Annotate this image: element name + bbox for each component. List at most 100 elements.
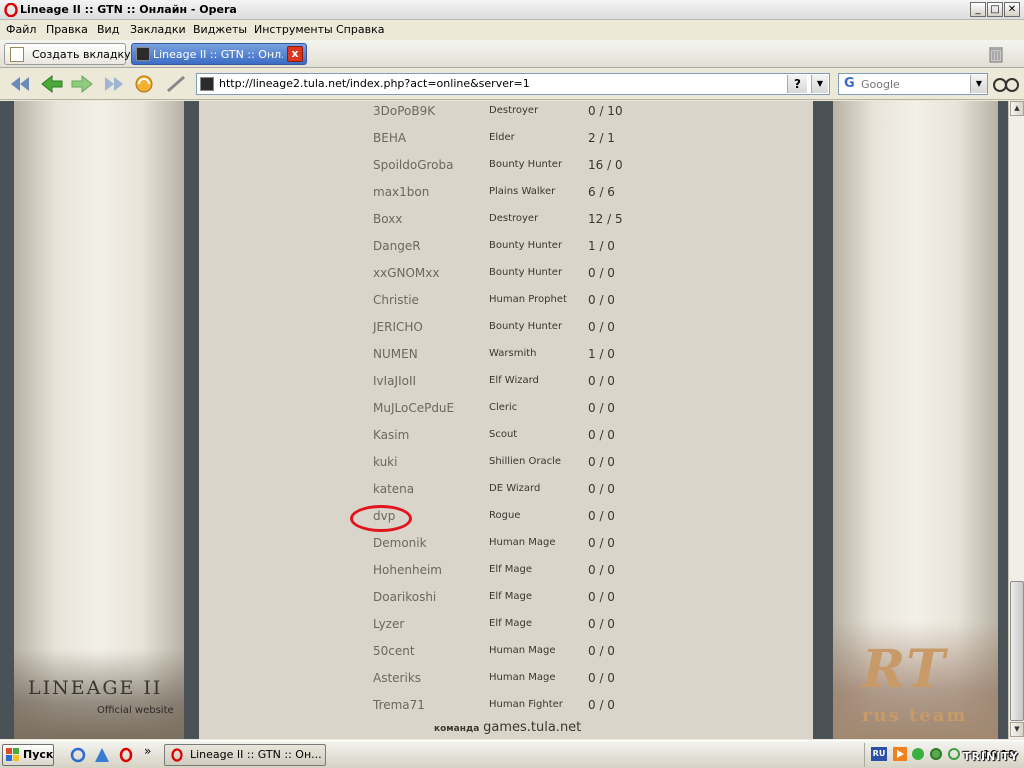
player-class: Warsmith [489,348,537,359]
rt-logo[interactable]: RT [862,639,947,700]
player-row: xxGNOMxx Bounty Hunter 0 / 0 [199,263,813,290]
player-row: MuJLoCePduE Cleric 0 / 0 [199,398,813,425]
close-tab-icon[interactable]: x [287,46,303,62]
forward-arrow-icon[interactable] [70,73,94,95]
search-box[interactable]: G ▼ [838,73,988,95]
window-title: Lineage II :: GTN :: Онлайн - Opera [20,3,237,16]
player-score: 6 / 6 [588,185,615,199]
back-arrow-icon[interactable] [40,73,64,95]
player-name: Trema71 [373,698,425,712]
rewind-icon[interactable] [8,73,32,95]
scroll-down-arrow-icon[interactable]: ▼ [1010,722,1024,737]
close-window-button[interactable]: ✕ [1004,2,1020,17]
google-icon: G [844,76,855,91]
player-row: SpoildoGroba Bounty Hunter 16 / 0 [199,155,813,182]
trash-icon[interactable] [988,45,1004,63]
menu-edit[interactable]: Правка [46,23,88,36]
player-name: Demonik [373,536,427,550]
player-score: 0 / 0 [588,320,615,334]
player-score: 0 / 0 [588,266,615,280]
system-tray: RU 16:18 TRINITY [864,743,1024,767]
left-border [0,101,14,739]
player-score: 0 / 10 [588,104,623,118]
scrollbar-thumb[interactable] [1010,581,1024,721]
player-row: BEHA Elder 2 / 1 [199,128,813,155]
player-name: Christie [373,293,419,307]
player-name: DangeR [373,239,421,253]
player-class: Scout [489,429,518,440]
new-tab-label: Создать вкладку [32,48,131,61]
new-tab-button[interactable]: Создать вкладку [4,43,131,65]
opera-quicklaunch-icon[interactable] [118,747,134,763]
player-class: Elf Mage [489,591,533,602]
address-bar[interactable]: http://lineage2.tula.net/index.php?act=o… [196,73,830,95]
right-inner-border [813,101,833,739]
player-score: 0 / 0 [588,671,615,685]
player-class: Elf Mage [489,564,533,575]
lineage-logo[interactable]: LINEAGE II [28,677,162,699]
menu-tools[interactable]: Инструменты [254,23,333,36]
glasses-icon[interactable] [992,72,1020,94]
gear-tray-icon[interactable] [929,747,943,761]
tab-bar: Создать вкладку Lineage II :: GTN :: Онл… [0,40,1024,68]
left-inner-border [184,101,199,739]
menu-bookmarks[interactable]: Закладки [130,23,186,36]
player-row: Asteriks Human Mage 0 / 0 [199,668,813,695]
network-icon[interactable] [911,747,925,761]
help-button[interactable]: ? [787,75,807,93]
search-dropdown-icon[interactable]: ▼ [970,75,987,93]
online-players-panel: 3DoPoB9K Destroyer 0 / 10 BEHA Elder 2 / 1 Spo… [199,101,813,739]
player-name: xxGNOMxx [373,266,440,280]
menu-help[interactable]: Справка [336,23,384,36]
windows-flag-icon [6,748,19,761]
maximize-button[interactable]: □ [987,2,1003,17]
player-row: Kasim Scout 0 / 0 [199,425,813,452]
player-row: 50cent Human Mage 0 / 0 [199,641,813,668]
player-row: dvp Rogue 0 / 0 [199,506,813,533]
player-name: Lyzer [373,617,405,631]
player-row: Christie Human Prophet 0 / 0 [199,290,813,317]
footer-site-link[interactable]: games.tula.net [483,720,581,735]
scroll-up-arrow-icon[interactable]: ▲ [1010,101,1024,116]
player-class: Bounty Hunter [489,267,563,278]
menu-view[interactable]: Вид [97,23,119,36]
fast-forward-icon[interactable] [102,73,126,95]
internet-explorer-icon[interactable] [70,747,86,763]
edit-pencil-icon[interactable] [164,73,188,95]
player-class: Elf Mage [489,618,533,629]
player-score: 0 / 0 [588,617,615,631]
app-triangle-icon[interactable] [94,747,110,763]
player-name: BEHA [373,131,407,145]
site-favicon-icon [136,47,150,61]
more-quicklaunch-icon[interactable]: » [144,744,151,758]
minimize-button[interactable]: _ [970,2,986,17]
media-player-icon[interactable] [893,747,907,761]
player-row: kuki Shillien Oracle 0 / 0 [199,452,813,479]
start-label: Пуск [23,748,54,761]
new-tab-icon [10,47,24,62]
reload-icon[interactable] [132,73,156,95]
sync-icon[interactable] [947,747,961,761]
player-score: 12 / 5 [588,212,623,226]
player-score: 0 / 0 [588,644,615,658]
player-class: DE Wizard [489,483,541,494]
player-class: Human Mage [489,537,556,548]
vertical-scrollbar[interactable]: ▲ ▼ [1008,101,1024,739]
start-button[interactable]: Пуск [2,744,54,766]
player-name: katena [373,482,415,496]
address-dropdown-icon[interactable]: ▼ [811,75,828,93]
official-website-label: Official website [97,705,174,716]
url-text[interactable]: http://lineage2.tula.net/index.php?act=o… [219,77,530,90]
player-name: NUMEN [373,347,418,361]
player-name: max1bon [373,185,430,199]
player-score: 1 / 0 [588,239,615,253]
menu-widgets[interactable]: Виджеты [193,23,247,36]
tab-lineage[interactable]: Lineage II :: GTN :: Онл... x [131,43,307,65]
taskbar-opera-window[interactable]: Lineage II :: GTN :: Он... [164,744,326,766]
menu-file[interactable]: Файл [6,23,36,36]
language-indicator[interactable]: RU [871,747,887,761]
taskbar: Пуск » Lineage II :: GTN :: Он... RU 16:… [0,740,1024,768]
player-class: Human Mage [489,672,556,683]
player-class: Human Mage [489,645,556,656]
search-input[interactable] [861,76,967,92]
